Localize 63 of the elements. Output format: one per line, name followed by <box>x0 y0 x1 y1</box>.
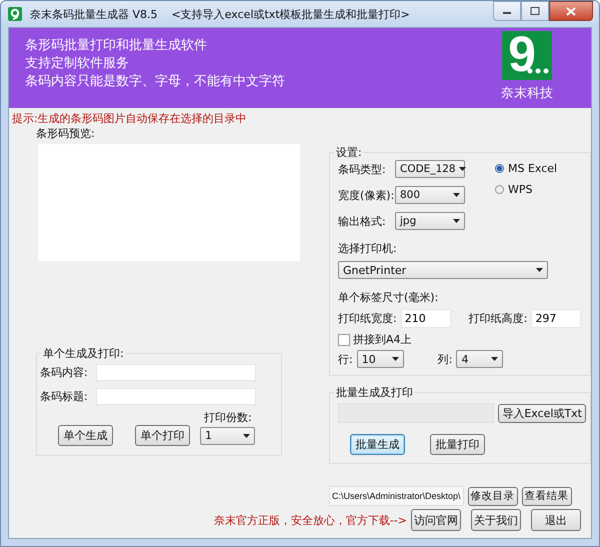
copies-label: 打印份数: <box>204 410 253 425</box>
maximize-button[interactable] <box>521 1 549 21</box>
setting-label: 条码类型: <box>338 162 387 176</box>
batch-button[interactable]: 批量打印 <box>430 434 485 455</box>
generate-button[interactable]: 单个生成 <box>58 425 113 446</box>
window-title: 奈末条码批量生成器 V8.5 <box>30 6 158 22</box>
group-title: 设置: <box>334 145 364 160</box>
logo: 9 <box>502 31 552 80</box>
input-field[interactable] <box>96 364 256 381</box>
dropdown[interactable]: 10 <box>356 350 404 368</box>
maximize-icon <box>530 7 540 15</box>
preview-label: 条形码预览: <box>36 126 96 141</box>
batch-button[interactable]: 批量生成 <box>350 434 405 455</box>
setting-label: 输出格式: <box>338 214 387 228</box>
dropdown[interactable]: jpg <box>395 212 465 230</box>
folder-button[interactable]: 查看结果 <box>522 486 572 506</box>
company-name: 奈末科技 <box>501 85 553 102</box>
dropdown[interactable]: 800 <box>395 186 465 204</box>
folder-button[interactable]: 修改目录 <box>468 486 518 506</box>
input-field[interactable]: 297 <box>531 309 582 328</box>
close-icon <box>566 6 576 16</box>
printer-label: 选择打印机: <box>338 241 398 256</box>
banner-text: 条码内容只能是数字、字母，不能有中文字符 <box>25 74 285 89</box>
caret-icon <box>453 193 460 197</box>
import-button[interactable]: 导入Excel或Txt <box>498 404 586 422</box>
caret-icon <box>453 219 460 223</box>
radio-option[interactable]: WPS <box>495 183 558 196</box>
setting-label: 宽度(像素): <box>338 188 395 202</box>
banner-text: 支持定制软件服务 <box>25 56 130 71</box>
grid-label: 行: <box>338 352 353 366</box>
tile-checkbox[interactable]: 拼接到A4上 <box>338 332 590 347</box>
caret-icon <box>243 434 250 438</box>
printer-dropdown[interactable]: GnetPrinter <box>338 261 548 279</box>
paper-label: 打印纸宽度: <box>338 311 397 326</box>
caret-icon <box>536 268 543 272</box>
dropdown[interactable]: CODE_128 <box>395 160 465 178</box>
input-field[interactable] <box>96 388 256 405</box>
print-button[interactable]: 单个打印 <box>135 425 190 446</box>
notice-text: 奈末官方正版，安全放心，官方下载--> <box>214 512 407 528</box>
dropdown[interactable]: 4 <box>456 350 504 368</box>
copies-dropdown[interactable]: 1 <box>200 426 255 444</box>
footer-button[interactable]: 关于我们 <box>471 509 521 531</box>
field-label: 条码内容: <box>40 365 89 380</box>
radio-option[interactable]: MS Excel <box>495 162 558 175</box>
group-title: 批量生成及打印 <box>334 385 415 400</box>
field-label: 条码标题: <box>40 389 89 404</box>
group-title: 单个生成及打印: <box>41 346 126 361</box>
size-label: 单个标签尺寸(毫米): <box>338 290 440 305</box>
minimize-button[interactable] <box>493 1 521 21</box>
hint-text: 提示:生成的条形码图片自动保存在选择的目录中 <box>11 111 248 126</box>
footer-button[interactable]: 访问官网 <box>411 509 461 531</box>
footer-button[interactable]: 退出 <box>531 509 581 531</box>
input-field[interactable]: 210 <box>400 309 451 328</box>
grid-label: 列: <box>438 352 452 366</box>
caret-icon <box>392 357 399 361</box>
banner-text: 条形码批量打印和批量生成软件 <box>25 38 208 53</box>
close-button[interactable] <box>549 1 593 21</box>
window-subtitle: <支持导入excel或txt模板批量生成和批量打印> <box>172 6 410 22</box>
app-icon <box>8 7 22 21</box>
path-field[interactable]: C:\Users\Administrator\Desktop\ <box>329 486 464 506</box>
caret-icon <box>491 357 498 361</box>
paper-label: 打印纸高度: <box>468 311 528 326</box>
caret-icon <box>458 167 466 171</box>
